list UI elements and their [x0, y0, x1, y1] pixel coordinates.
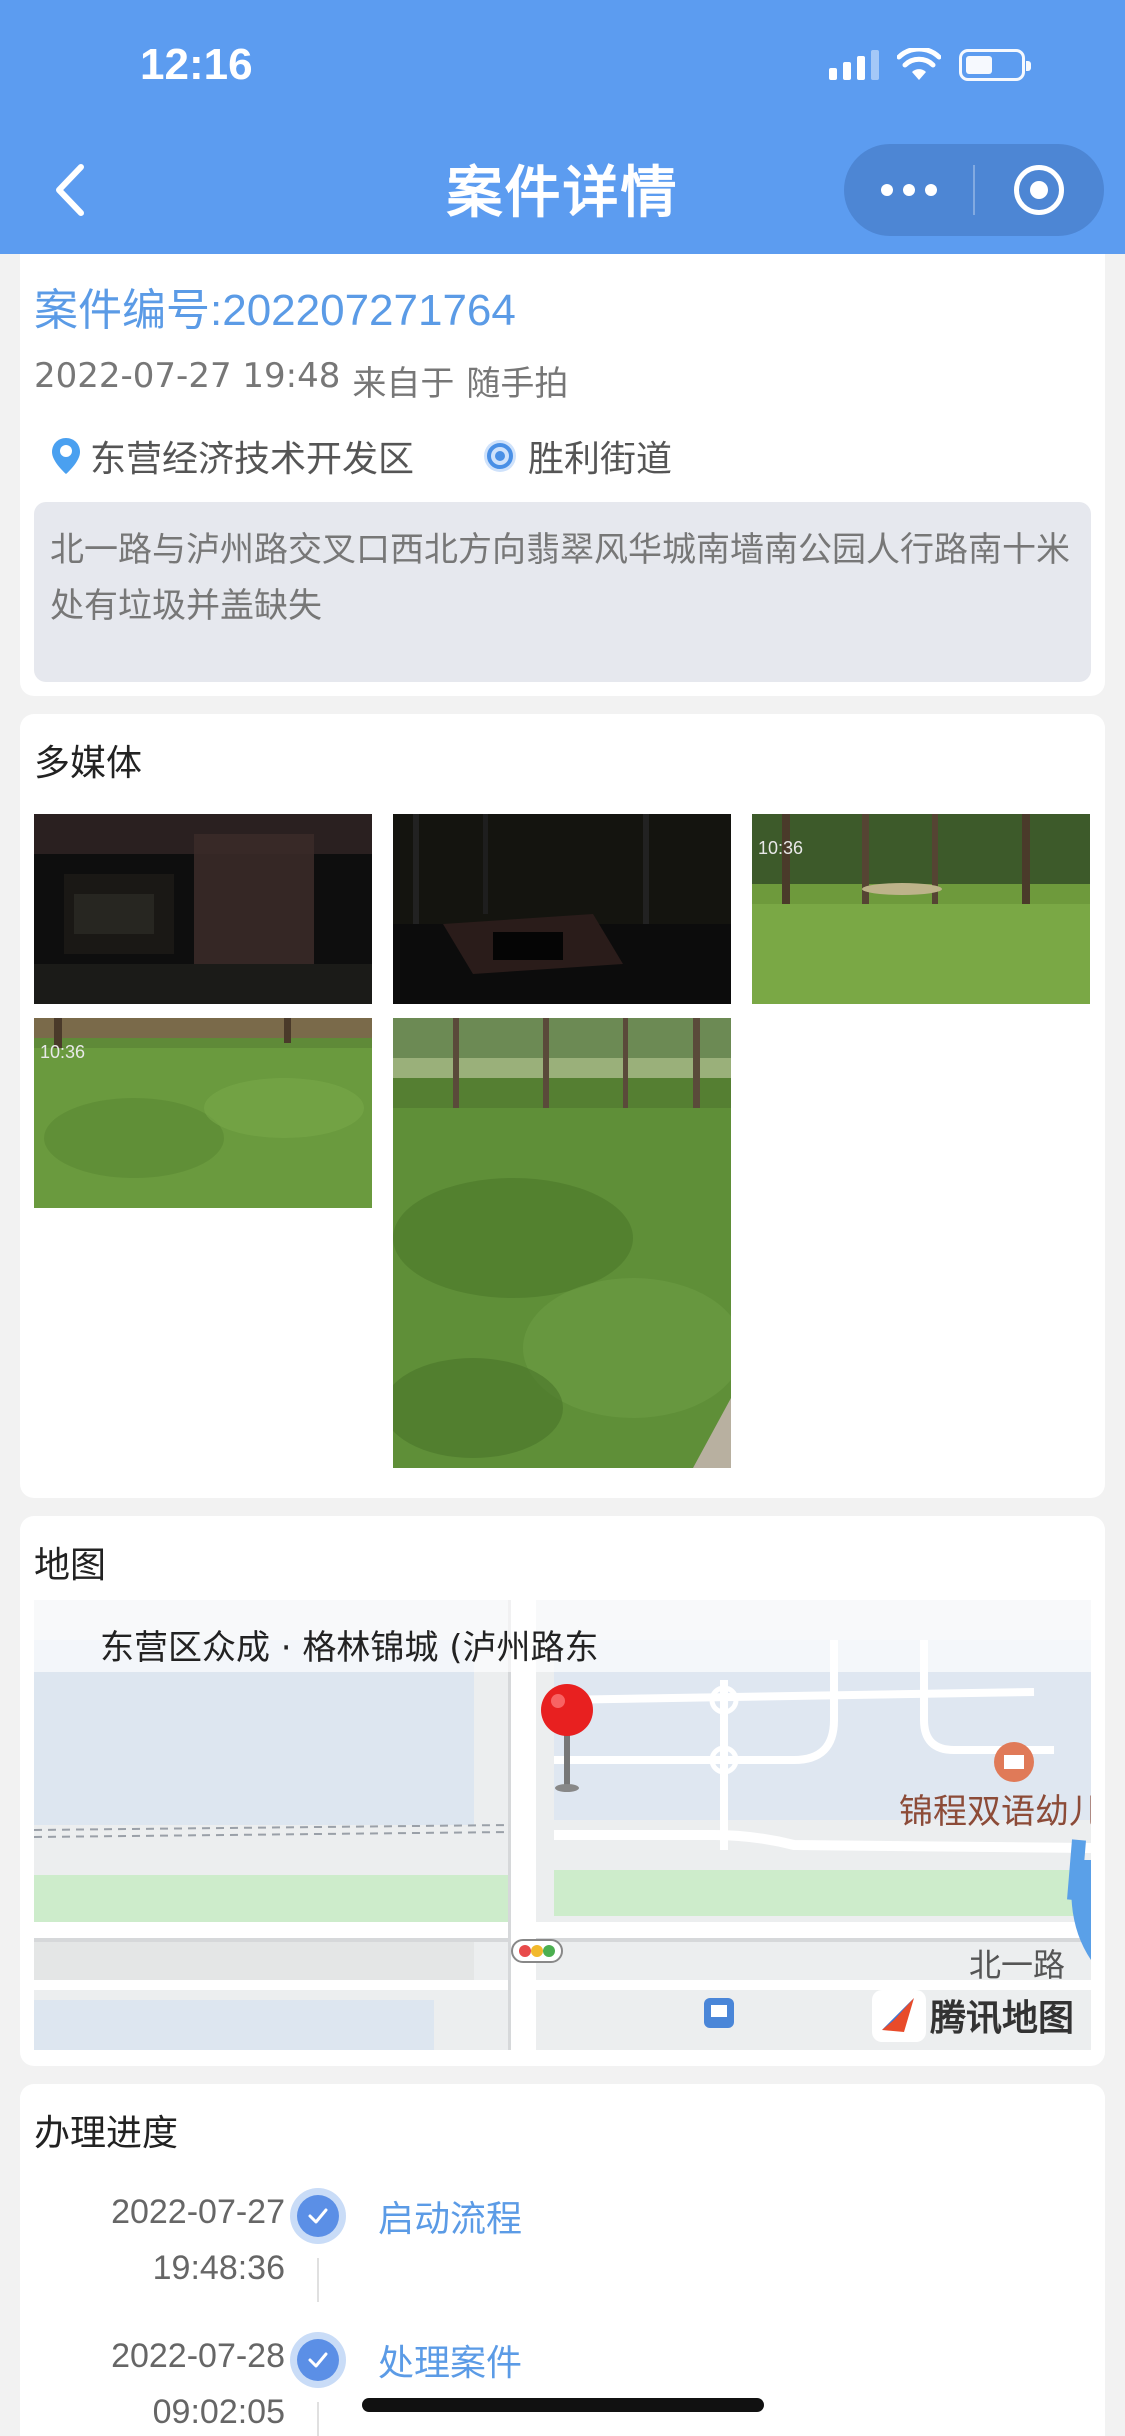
street-tag: 胜利街道 [480, 430, 672, 482]
map-road-label: 北一路 [969, 1946, 1065, 1984]
miniprogram-capsule [844, 144, 1104, 236]
case-info-card: 案件编号:202207271764 2022-07-27 19:48 来自于 随… [20, 254, 1105, 696]
street-label: 胜利街道 [528, 439, 673, 480]
media-photo-3[interactable]: 10:36 [752, 814, 1090, 1004]
map-view[interactable]: 锦程双语幼儿 北一路 腾讯地图 东营区众成 · 格林锦城 (泸州路东 [34, 1600, 1091, 2050]
location-pin-icon [52, 438, 80, 474]
target-icon [1014, 165, 1065, 215]
progress-title: 办理进度 [34, 2113, 179, 2154]
home-indicator[interactable] [362, 2398, 764, 2412]
media-photo-1[interactable] [34, 814, 372, 1004]
media-photo-5[interactable] [393, 1018, 731, 1468]
case-meta: 2022-07-27 19:48 来自于 随手拍 [34, 356, 568, 405]
progress-card: 办理进度 2022-07-27 19:48:36 启动流程 2022-07-28… [20, 2084, 1105, 2436]
street-target-icon [484, 440, 517, 472]
map-school-label: 锦程双语幼儿 [899, 1792, 1091, 1832]
district-label: 东营经济技术开发区 [90, 439, 415, 480]
school-icon [994, 1742, 1034, 1782]
media-card: 多媒体 10:36 10:36 [20, 714, 1105, 1498]
progress-step-time: 09:02:05 [152, 2393, 285, 2431]
progress-step: 2022-07-28 09:02:05 处理案件 [20, 2328, 1105, 2436]
photo-timestamp: 10:36 [40, 1042, 85, 1062]
signal-icon [829, 50, 879, 80]
media-photo-4[interactable]: 10:36 [34, 1018, 372, 1208]
status-icons [829, 48, 1031, 82]
map-brand-label: 腾讯地图 [930, 1998, 1074, 2039]
progress-step-label[interactable]: 处理案件 [378, 2334, 522, 2386]
map-location-label: 东营区众成 · 格林锦城 (泸州路东 [34, 1600, 1091, 1672]
progress-step-datetime: 2022-07-28 09:02:05 [111, 2328, 285, 2436]
district-tag: 东营经济技术开发区 [50, 430, 414, 482]
map-card: 地图 锦程双语幼儿 北一路 腾讯地图 东营区众成 · 格林锦城 (泸州路东 [20, 1516, 1105, 2066]
case-datetime: 2022-07-27 19:48 [34, 356, 341, 396]
status-time: 12:16 [140, 40, 253, 89]
check-icon [308, 2208, 328, 2224]
case-description: 北一路与泸州路交叉口西北方向翡翠风华城南墙南公园人行路南十米处有垃圾并盖缺失 [34, 502, 1091, 682]
close-miniprogram-button[interactable] [975, 144, 1104, 236]
more-dots-icon [880, 184, 937, 196]
progress-step-datetime: 2022-07-27 19:48:36 [111, 2184, 285, 2296]
progress-step-time: 19:48:36 [152, 2249, 285, 2287]
media-title: 多媒体 [34, 743, 143, 784]
progress-connector [317, 2402, 319, 2436]
case-source: 随手拍 [466, 364, 569, 404]
step-check [290, 2188, 346, 2244]
step-check [290, 2332, 346, 2388]
map-title: 地图 [34, 1545, 107, 1586]
media-photo-2[interactable] [393, 814, 731, 1004]
case-source-prefix: 来自于 [352, 364, 455, 404]
progress-connector [317, 2258, 319, 2302]
traffic-light-icon [511, 1939, 563, 1963]
location-row: 东营经济技术开发区 胜利街道 [50, 430, 738, 482]
wifi-icon [897, 48, 941, 80]
progress-step-date: 2022-07-28 [111, 2337, 285, 2375]
case-number: 案件编号:202207271764 [34, 286, 516, 335]
progress-step-label[interactable]: 启动流程 [378, 2190, 522, 2242]
navigation-header: 12:16 案件详情 [0, 0, 1125, 254]
check-icon [308, 2352, 328, 2368]
bus-icon [704, 1998, 734, 2028]
more-button[interactable] [844, 144, 973, 236]
progress-step: 2022-07-27 19:48:36 启动流程 [20, 2184, 1105, 2304]
progress-step-date: 2022-07-27 [111, 2193, 285, 2231]
photo-timestamp: 10:36 [758, 838, 803, 858]
battery-icon [959, 49, 1031, 81]
tencent-map-logo: 腾讯地图 [872, 1990, 1074, 2042]
